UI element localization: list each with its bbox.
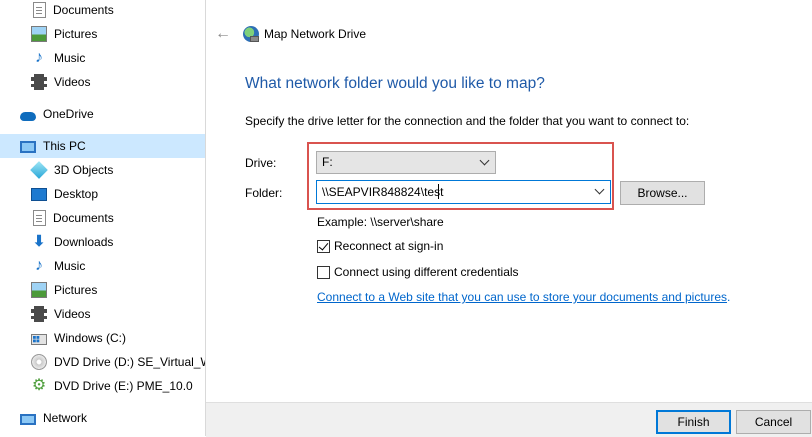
chevron-down-icon [479,155,490,166]
nav-item-label: Documents [53,3,114,17]
credentials-label: Connect using different credentials [334,265,519,279]
nav-item-label: Windows (C:) [54,331,127,345]
drive-letter-value: F: [322,155,333,169]
nav-item-pictures-pc[interactable]: Pictures [0,278,236,302]
3d-objects-icon [30,161,48,179]
nav-item-downloads[interactable]: ⬇ Downloads [0,230,236,254]
browse-button[interactable]: Browse... [620,181,705,205]
credentials-option[interactable]: Connect using different credentials [317,265,519,279]
reconnect-checkbox[interactable] [317,239,330,253]
desktop-icon [31,187,47,201]
nav-item-label: This PC [43,139,86,153]
onedrive-cloud-icon [20,111,36,121]
nav-item-this-pc[interactable]: This PC [0,134,225,158]
navigation-pane: Documents Pictures ♪ Music Videos OneDri… [0,0,225,436]
instruction-text: Specify the drive letter for the connect… [245,114,690,128]
back-arrow-icon[interactable]: ← [214,24,232,44]
nav-item-network[interactable]: Network [0,406,225,430]
nav-item-videos[interactable]: Videos [0,70,236,94]
drive-letter-dropdown[interactable]: F: [316,151,496,174]
drive-label: Drive: [245,156,277,170]
nav-item-documents[interactable]: Documents [0,0,236,22]
folder-path-input[interactable]: \\SEAPVIR848824\test [316,180,611,204]
credentials-checkbox[interactable] [317,265,330,279]
this-pc-icon [20,140,36,153]
videos-icon [31,74,47,90]
chevron-down-icon[interactable] [594,184,605,195]
reconnect-option[interactable]: Reconnect at sign-in [317,239,443,253]
dvd-autorun-icon: ⚙ [31,377,47,394]
nav-item-label: DVD Drive (E:) PME_10.0 [54,379,193,393]
folder-path-value: \\SEAPVIR848824\test [322,185,444,199]
videos-icon [31,306,47,322]
page-heading: What network folder would you like to ma… [245,75,545,92]
nav-item-documents-pc[interactable]: Documents [0,206,236,230]
finish-button[interactable]: Finish [656,410,731,434]
dvd-drive-icon [31,354,47,370]
nav-item-music[interactable]: ♪ Music [0,46,236,70]
nav-item-desktop[interactable]: Desktop [0,182,236,206]
wizard-title: Map Network Drive [264,27,367,41]
nav-item-music-pc[interactable]: ♪ Music [0,254,236,278]
downloads-icon: ⬇ [32,233,46,250]
nav-item-label: OneDrive [43,107,94,121]
example-text: Example: \\server\share [317,215,444,229]
web-site-link-row: Connect to a Web site that you can use t… [317,290,730,304]
documents-icon [33,2,46,18]
nav-item-label: Documents [53,211,114,225]
reconnect-label: Reconnect at sign-in [334,239,444,253]
nav-item-videos-pc[interactable]: Videos [0,302,236,326]
music-icon: ♪ [35,257,43,274]
map-network-drive-dialog [205,0,812,436]
network-icon [20,413,36,425]
nav-item-label: Music [54,51,86,65]
nav-item-windows-c[interactable]: Windows (C:) [0,326,236,350]
nav-item-label: Videos [54,307,91,321]
documents-icon [33,210,46,226]
nav-item-pictures[interactable]: Pictures [0,22,236,46]
nav-item-label: Downloads [54,235,114,249]
nav-item-label: Pictures [54,283,98,297]
nav-item-label: DVD Drive (D:) SE_Virtual_W10 [54,355,226,369]
nav-item-dvd-e[interactable]: ⚙ DVD Drive (E:) PME_10.0 [0,374,236,398]
network-drive-icon [243,26,259,42]
music-icon: ♪ [35,49,43,66]
nav-item-dvd-d[interactable]: DVD Drive (D:) SE_Virtual_W10 [0,350,236,374]
web-site-link[interactable]: Connect to a Web site that you can use t… [317,290,727,304]
folder-label: Folder: [245,186,283,200]
nav-item-label: Pictures [54,27,98,41]
nav-item-label: Network [43,411,88,425]
link-period: . [727,290,731,304]
nav-item-label: 3D Objects [54,163,114,177]
pictures-icon [31,282,47,298]
cancel-button[interactable]: Cancel [736,410,811,434]
nav-item-label: Videos [54,75,91,89]
nav-item-3d-objects[interactable]: 3D Objects [0,158,236,182]
nav-item-onedrive[interactable]: OneDrive [0,102,225,126]
pictures-icon [31,26,47,42]
windows-drive-icon [31,334,47,345]
nav-item-label: Music [54,259,86,273]
nav-item-label: Desktop [54,187,99,201]
text-cursor [438,184,439,199]
